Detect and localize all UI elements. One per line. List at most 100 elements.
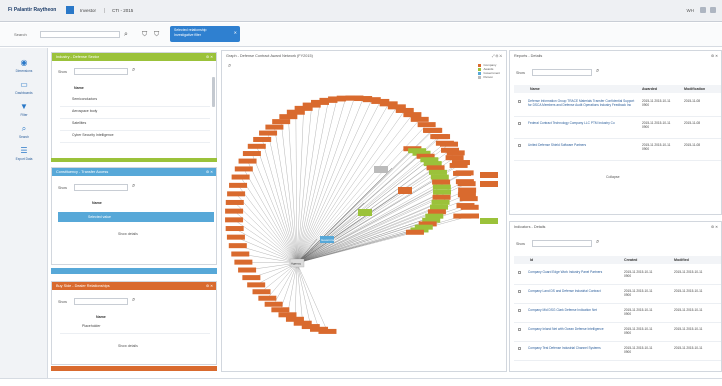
network-graph-canvas[interactable]: Agency Government <box>222 51 507 372</box>
column-header-created[interactable]: Created <box>624 258 637 262</box>
table-row[interactable]: Company Mid DSG Clark Defense Indication… <box>514 306 721 323</box>
graph-node[interactable] <box>430 174 449 180</box>
chip-close-icon[interactable]: ✕ <box>234 30 237 35</box>
graph-node[interactable] <box>226 234 245 240</box>
panel-controls[interactable]: ⚙ ✕ <box>711 54 718 58</box>
graph-node[interactable] <box>446 150 465 156</box>
help-icon[interactable] <box>710 7 716 13</box>
graph-node[interactable] <box>458 187 477 193</box>
graph-node[interactable] <box>417 122 436 128</box>
graph-node[interactable] <box>403 112 422 118</box>
show-details-link[interactable]: Show details <box>118 344 138 348</box>
list-item[interactable]: Cyber Security Intelligence <box>60 133 210 143</box>
graph-node[interactable] <box>258 295 277 301</box>
search-icon[interactable]: ⌕ <box>124 31 128 39</box>
graph-node[interactable] <box>457 181 476 187</box>
graph-node[interactable] <box>228 243 247 249</box>
panel-filter-input[interactable] <box>532 69 592 76</box>
graph-node[interactable] <box>231 251 250 257</box>
table-row[interactable]: Defense Information Group TRACE Material… <box>514 97 721 117</box>
graph-node[interactable] <box>426 165 445 171</box>
search-icon[interactable]: ⌕ <box>132 67 135 74</box>
graph-node[interactable] <box>480 218 498 224</box>
row-name[interactable]: Federal Contract Technology Company LLC … <box>528 121 636 125</box>
row-name[interactable]: Company Mid DSG Clark Defense Indication… <box>528 308 618 312</box>
panel-controls[interactable]: ⚙ ✕ <box>711 225 718 229</box>
graph-node[interactable] <box>451 160 470 166</box>
list-item[interactable]: Placeholder <box>60 324 210 334</box>
graph-node[interactable] <box>456 203 475 209</box>
graph-node[interactable] <box>272 119 291 125</box>
graph-node[interactable] <box>432 134 451 140</box>
panel-filter-input[interactable] <box>74 184 128 191</box>
graph-node[interactable] <box>278 312 297 318</box>
column-header-modification[interactable]: Modification <box>684 87 705 91</box>
graph-node[interactable] <box>480 172 498 178</box>
row-checkbox[interactable] <box>518 122 521 125</box>
show-details-link[interactable]: Show details <box>118 232 138 236</box>
graph-node[interactable] <box>264 301 283 307</box>
graph-node[interactable] <box>242 151 261 157</box>
graph-node[interactable] <box>247 143 266 149</box>
table-row[interactable]: Federal Contract Technology Company LLC … <box>514 119 721 139</box>
nav-item-search[interactable]: ⌕ Search <box>6 124 42 139</box>
graph-node[interactable] <box>453 213 472 219</box>
row-name[interactable]: Company Test Defense Industrial Channel … <box>528 346 618 350</box>
app-logo[interactable]: Fi Palantir Raytheon <box>8 7 56 13</box>
graph-hub-label[interactable]: Agency <box>291 262 302 266</box>
panel-filter-input[interactable] <box>532 240 592 247</box>
user-menu[interactable]: WH <box>687 8 695 13</box>
graph-node[interactable] <box>423 127 441 133</box>
graph-node[interactable] <box>430 204 449 210</box>
graph-node[interactable] <box>432 184 451 190</box>
graph-node[interactable] <box>229 182 248 188</box>
graph-node[interactable] <box>440 141 459 147</box>
graph-node[interactable] <box>227 191 246 197</box>
graph-center-label[interactable]: Government <box>321 238 338 242</box>
graph-node[interactable] <box>252 289 271 295</box>
graph-node[interactable] <box>432 194 451 200</box>
graph-node[interactable] <box>247 282 266 288</box>
row-name[interactable]: Defense Information Group TRACE Material… <box>528 99 636 107</box>
graph-node[interactable] <box>480 181 498 187</box>
row-checkbox[interactable] <box>518 290 521 293</box>
panel-controls[interactable]: ⚙ ✕ <box>206 170 213 174</box>
graph-node[interactable] <box>405 229 424 235</box>
graph-node[interactable] <box>445 155 464 161</box>
graph-node[interactable] <box>285 316 304 322</box>
graph-node[interactable] <box>253 136 272 142</box>
filter-icon[interactable]: ⛉ <box>142 31 147 39</box>
breadcrumb-item-2[interactable]: CTI - 2015 <box>112 8 133 13</box>
selected-row[interactable]: Selected value <box>58 212 214 222</box>
panel-filter-input[interactable] <box>74 68 128 75</box>
table-row[interactable]: Company Land DS and Defense Industrial C… <box>514 287 721 304</box>
column-header-id[interactable]: Id <box>530 258 533 262</box>
search-icon[interactable]: ⌕ <box>596 68 599 75</box>
nav-item-dimensions[interactable]: ◉ Dimensions <box>6 58 42 73</box>
nav-item-dashboards[interactable]: ▭ Dashboards <box>6 80 42 95</box>
row-name[interactable]: Company Guard Edge Work Industry Panel P… <box>528 270 618 274</box>
search-icon[interactable]: ⌕ <box>596 239 599 246</box>
list-item[interactable]: Semiconductors <box>60 97 210 107</box>
row-checkbox[interactable] <box>518 347 521 350</box>
graph-node[interactable] <box>225 217 244 223</box>
graph-node[interactable] <box>279 114 298 120</box>
graph-node[interactable] <box>238 267 257 273</box>
graph-node[interactable] <box>410 116 429 122</box>
graph-node[interactable] <box>398 187 412 194</box>
graph-node[interactable] <box>225 208 244 214</box>
graph-node[interactable] <box>265 124 284 130</box>
table-row[interactable]: Company Guard Edge Work Industry Panel P… <box>514 268 721 285</box>
panel-filter-input[interactable] <box>74 298 128 305</box>
row-name[interactable]: United Defense Shield Software Partners <box>528 143 636 147</box>
graph-node[interactable] <box>457 192 476 198</box>
app-switcher-icon[interactable] <box>66 6 74 14</box>
list-item[interactable]: Satellites <box>60 121 210 131</box>
row-checkbox[interactable] <box>518 271 521 274</box>
graph-node[interactable] <box>431 199 450 205</box>
graph-node[interactable] <box>231 174 250 180</box>
graph-node[interactable] <box>374 166 388 173</box>
graph-node[interactable] <box>238 158 257 164</box>
graph-node[interactable] <box>234 166 253 172</box>
column-header-modified[interactable]: Modified <box>674 258 689 262</box>
